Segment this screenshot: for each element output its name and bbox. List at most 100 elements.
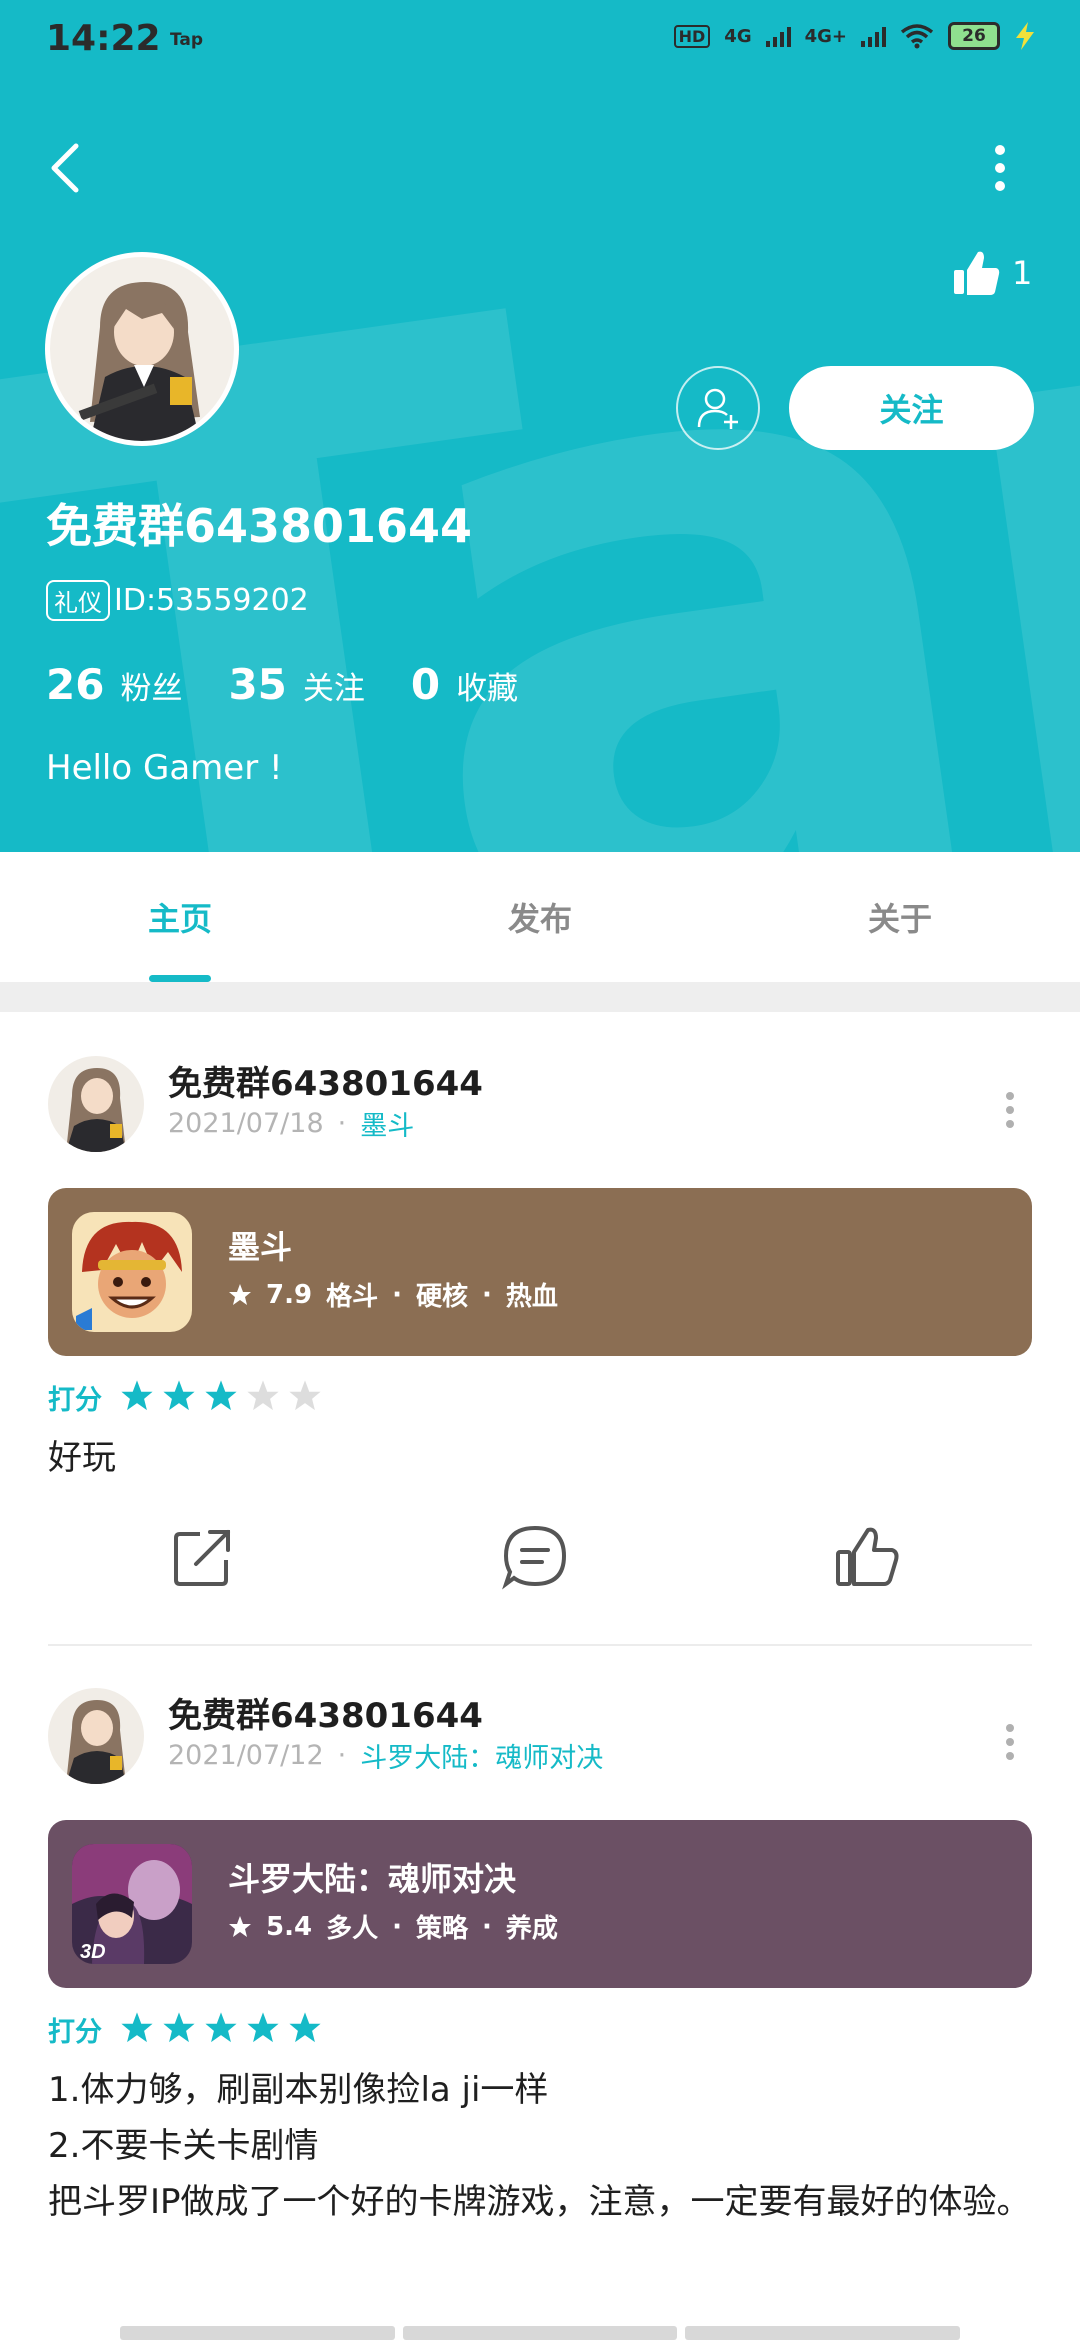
- post-date: 2021/07/18: [168, 1108, 324, 1139]
- next-post-actions-peek: [120, 2326, 961, 2340]
- post-game-link[interactable]: 斗罗大陆：魂师对决: [360, 1736, 603, 1775]
- rating-label: 打分: [48, 1385, 102, 1416]
- etiquette-badge[interactable]: 礼仪: [46, 580, 110, 621]
- review-line: 2.不要卡关卡剧情: [48, 2126, 319, 2166]
- game-tag: 热血: [505, 1282, 558, 1312]
- star-filled-icon: [289, 2011, 321, 2042]
- review-line: 1.体力够，刷副本别像捡la ji一样: [48, 2070, 549, 2110]
- stat-label: 收藏: [456, 671, 519, 707]
- active-tab-indicator: [149, 975, 211, 982]
- star-icon: [229, 1283, 251, 1305]
- wifi-icon: [900, 24, 934, 49]
- post-more-icon[interactable]: [1000, 1714, 1020, 1774]
- stat-label: 粉丝: [120, 671, 183, 707]
- like-count: 1: [1012, 254, 1033, 292]
- status-icons: HD 4G 4G+ 26: [673, 22, 1036, 50]
- star-filled-icon: [247, 2011, 279, 2042]
- post-more-icon[interactable]: [1000, 1082, 1020, 1142]
- game-info: 5.4 多人 · 策略 · 养成: [228, 1908, 558, 1945]
- meta-dot: ·: [337, 1108, 347, 1139]
- stat-favorites[interactable]: 0 收藏: [411, 660, 518, 709]
- game-tag: 硬核: [415, 1282, 468, 1312]
- stat-followers[interactable]: 26 粉丝: [46, 660, 182, 709]
- game-tag: 格斗: [326, 1282, 379, 1312]
- signal-icon: [765, 25, 791, 47]
- review-post: 免费群643801644 2021/07/18 · 墨斗 墨斗 7.9 格斗 ·…: [0, 1012, 1080, 1652]
- tag-dot: ·: [481, 1279, 492, 1310]
- stat-label: 关注: [302, 671, 365, 707]
- thumbs-up-icon: [954, 251, 1000, 295]
- star-filled-icon: [163, 1379, 195, 1410]
- signal-icon: [861, 25, 886, 47]
- rating-label: 打分: [48, 2017, 102, 2048]
- tag-dot: ·: [481, 1911, 492, 1942]
- star-icon: [229, 1915, 251, 1937]
- game-tag: 养成: [505, 1914, 558, 1944]
- share-icon[interactable]: [168, 1522, 238, 1592]
- battery-icon: 26: [948, 22, 1000, 50]
- game-icon: [72, 1212, 192, 1332]
- network-4g-plus-label: 4G+: [804, 25, 847, 47]
- star-empty-icon: [247, 1379, 279, 1410]
- meta-dot: ·: [337, 1740, 347, 1771]
- tab-about[interactable]: 关于: [800, 894, 1000, 940]
- rating-row: 打分: [48, 1378, 330, 1417]
- charging-icon: [1016, 22, 1034, 50]
- profile-tabs: 主页 发布 关于: [0, 852, 1080, 982]
- svg-text:3D: 3D: [80, 1941, 106, 1963]
- game-info: 7.9 格斗 · 硬核 · 热血: [228, 1276, 558, 1313]
- review-text: 好玩: [48, 1430, 1038, 1486]
- status-time: 14:22: [46, 18, 161, 59]
- review-line: 好玩: [48, 1438, 116, 1478]
- game-score: 7.9: [266, 1279, 313, 1310]
- hd-icon: HD: [673, 24, 711, 48]
- comment-icon[interactable]: [500, 1522, 570, 1592]
- star-filled-icon: [121, 2011, 153, 2042]
- profile-stats: 26 粉丝 35 关注 0 收藏: [46, 660, 518, 709]
- stat-number: 35: [228, 660, 287, 709]
- game-card[interactable]: 3D 斗罗大陆：魂师对决 5.4 多人 · 策略 · 养成: [48, 1820, 1032, 1988]
- post-actions: [0, 1522, 1080, 1602]
- game-icon-image: [72, 1212, 192, 1332]
- game-tag: 策略: [415, 1914, 468, 1944]
- like-icon[interactable]: [832, 1522, 902, 1592]
- profile-header: TapTap 14:22 Tap HD 4G 4G+ 26 1 关注 免费群64…: [0, 0, 1080, 852]
- game-card[interactable]: 墨斗 7.9 格斗 · 硬核 · 热血: [48, 1188, 1032, 1356]
- profile-bio: Hello Gamer !: [46, 748, 283, 788]
- profile-like-button[interactable]: 1: [952, 248, 1032, 298]
- star-filled-icon: [205, 2011, 237, 2042]
- profile-username: 免费群643801644: [46, 499, 473, 553]
- tab-posts[interactable]: 发布: [440, 894, 640, 940]
- tag-dot: ·: [392, 1911, 402, 1942]
- game-title: 墨斗: [228, 1228, 293, 1266]
- more-vertical-icon[interactable]: [982, 136, 1018, 200]
- user-id: ID:53559202: [114, 583, 309, 618]
- profile-id-row: 礼仪 ID:53559202: [46, 580, 309, 621]
- section-divider: [0, 982, 1080, 1012]
- network-4g-label: 4G: [724, 25, 752, 47]
- follow-button[interactable]: 关注: [789, 366, 1034, 450]
- back-arrow-icon[interactable]: [40, 136, 96, 200]
- tag-dot: ·: [392, 1279, 402, 1310]
- post-author-avatar[interactable]: [48, 1056, 144, 1152]
- post-author-name[interactable]: 免费群643801644: [168, 1056, 483, 1105]
- game-icon: 3D: [72, 1844, 192, 1964]
- stat-number: 0: [410, 660, 441, 709]
- star-filled-icon: [205, 1379, 237, 1410]
- tab-home[interactable]: 主页: [80, 894, 280, 940]
- rating-stars: [120, 1379, 330, 1417]
- game-title: 斗罗大陆：魂师对决: [228, 1860, 517, 1898]
- add-friend-button[interactable]: [676, 366, 760, 450]
- status-bar: 14:22 Tap HD 4G 4G+ 26: [0, 0, 1080, 80]
- post-author-name[interactable]: 免费群643801644: [168, 1688, 483, 1737]
- status-carrier: Tap: [170, 30, 204, 50]
- star-filled-icon: [163, 2011, 195, 2042]
- avatar-image: [48, 1688, 144, 1784]
- post-author-avatar[interactable]: [48, 1688, 144, 1784]
- stat-following[interactable]: 35 关注: [228, 660, 364, 709]
- post-game-link[interactable]: 墨斗: [360, 1104, 414, 1143]
- profile-avatar[interactable]: [45, 252, 239, 446]
- rating-row: 打分: [48, 2010, 330, 2049]
- rating-stars: [120, 2011, 330, 2049]
- star-empty-icon: [289, 1379, 321, 1410]
